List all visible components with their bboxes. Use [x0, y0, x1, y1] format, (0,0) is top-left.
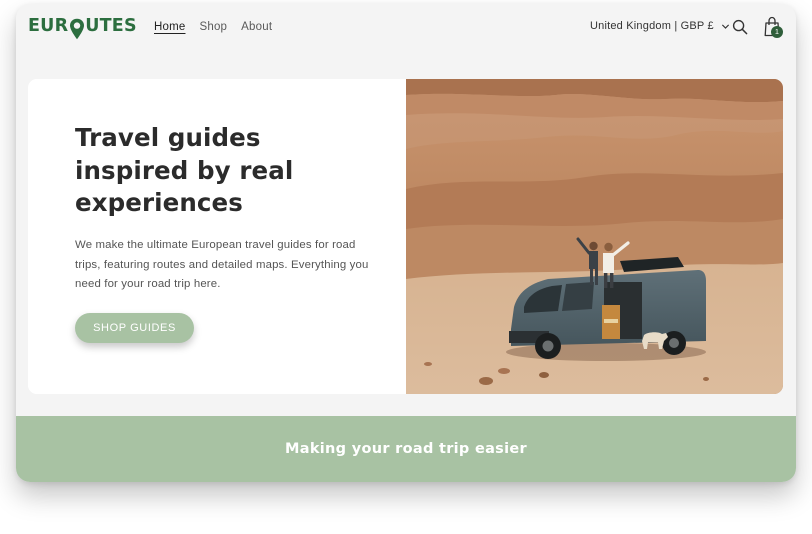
nav-link-shop[interactable]: Shop [199, 21, 227, 33]
locale-label: United Kingdom | GBP £ [590, 20, 714, 32]
chevron-down-icon [721, 23, 729, 29]
search-icon[interactable] [732, 19, 748, 35]
cart-count-badge: 1 [771, 26, 783, 38]
hero-text-panel: Travel guides inspired by real experienc… [28, 79, 406, 394]
logo-text-start: EUR [28, 16, 69, 37]
hero-description: We make the ultimate European travel gui… [75, 239, 369, 290]
shop-guides-button[interactable]: SHOP GUIDES [75, 313, 194, 343]
site-header: EUR UTES Home Shop About United Kingdom … [16, 4, 796, 52]
hero-section: Travel guides inspired by real experienc… [28, 79, 783, 394]
nav-link-home[interactable]: Home [154, 21, 185, 33]
nav-link-about[interactable]: About [241, 21, 272, 33]
hero-title: Travel guides inspired by real experienc… [75, 123, 294, 217]
browser-window: EUR UTES Home Shop About United Kingdom … [16, 4, 796, 482]
main-nav: Home Shop About [154, 21, 286, 33]
site-logo[interactable]: EUR UTES [28, 16, 137, 40]
logo-text-end: UTES [85, 16, 137, 37]
tagline-title: Making your road trip easier [285, 441, 527, 457]
tagline-band: Making your road trip easier [16, 416, 796, 482]
desert-campervan-photo [406, 79, 783, 394]
map-pin-icon [69, 18, 84, 40]
locale-selector[interactable]: United Kingdom | GBP £ [590, 20, 730, 32]
